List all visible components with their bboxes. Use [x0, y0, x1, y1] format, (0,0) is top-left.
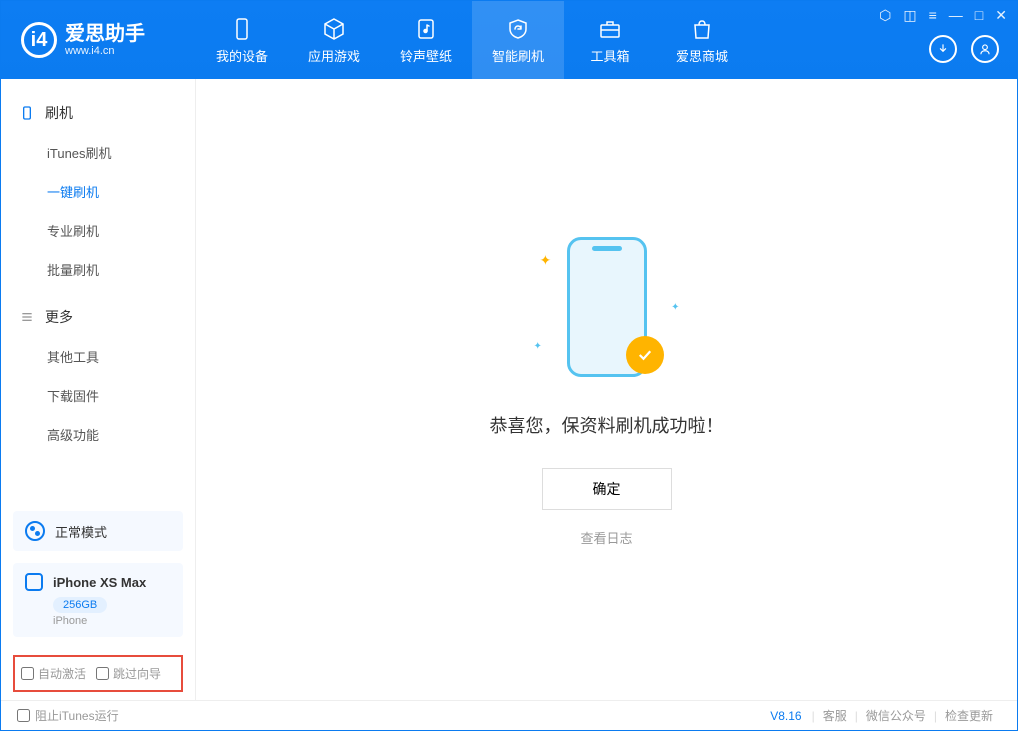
refresh-shield-icon	[505, 16, 531, 42]
block-itunes-checkbox[interactable]	[17, 709, 30, 722]
option-skip-guide[interactable]: 跳过向导	[96, 665, 161, 682]
tab-label: 爱思商城	[676, 46, 728, 65]
option-label: 自动激活	[38, 665, 86, 682]
footer-support-link[interactable]: 客服	[823, 707, 847, 724]
list-icon	[19, 309, 35, 325]
skip-guide-checkbox[interactable]	[96, 667, 109, 680]
bag-icon	[689, 16, 715, 42]
success-message: 恭喜您，保资料刷机成功啦！	[490, 412, 724, 438]
sidebar-item-advanced[interactable]: 高级功能	[1, 415, 195, 454]
tab-apps[interactable]: 应用游戏	[288, 1, 380, 79]
sidebar-section-flash[interactable]: 刷机	[1, 93, 195, 133]
block-itunes-option[interactable]: 阻止iTunes运行	[17, 707, 119, 724]
sidebar-item-onekey-flash[interactable]: 一键刷机	[1, 172, 195, 211]
app-title: 爱思助手	[65, 23, 145, 45]
main-tabs: 我的设备 应用游戏 铃声壁纸 智能刷机 工具箱 爱思商城	[196, 1, 748, 79]
sidebar-section-more[interactable]: 更多	[1, 297, 195, 337]
sparkle-icon: ✦	[671, 302, 679, 313]
view-log-link[interactable]: 查看日志	[580, 528, 632, 547]
header: i4 爱思助手 www.i4.cn 我的设备 应用游戏 铃声壁纸 智能刷机 工具…	[1, 1, 1017, 79]
user-button[interactable]	[971, 35, 999, 63]
sidebar-item-itunes-flash[interactable]: iTunes刷机	[1, 133, 195, 172]
mode-label: 正常模式	[55, 522, 107, 541]
device-card[interactable]: iPhone XS Max 256GB iPhone	[13, 563, 183, 637]
device-icon	[19, 105, 35, 121]
mode-card[interactable]: 正常模式	[13, 511, 183, 551]
sparkle-icon: ✦	[540, 252, 552, 269]
sidebar-item-batch-flash[interactable]: 批量刷机	[1, 250, 195, 289]
phone-icon	[229, 16, 255, 42]
music-file-icon	[413, 16, 439, 42]
logo[interactable]: i4 爱思助手 www.i4.cn	[1, 22, 196, 58]
ok-button[interactable]: 确定	[542, 468, 672, 510]
tab-toolbox[interactable]: 工具箱	[564, 1, 656, 79]
option-auto-activate[interactable]: 自动激活	[21, 665, 86, 682]
shirt-icon[interactable]: ⬡	[879, 7, 891, 24]
header-actions	[929, 35, 999, 63]
mode-icon	[25, 521, 45, 541]
tab-label: 铃声壁纸	[400, 46, 452, 65]
success-illustration: ✦ ✦ ✦	[562, 232, 652, 382]
app-subtitle: www.i4.cn	[65, 45, 145, 57]
footer-wechat-link[interactable]: 微信公众号	[866, 707, 926, 724]
sidebar-item-other-tools[interactable]: 其他工具	[1, 337, 195, 376]
window-controls-top: ⬡ ◫ ≡ — □ ✕	[879, 7, 1007, 24]
tab-flash[interactable]: 智能刷机	[472, 1, 564, 79]
logo-icon: i4	[21, 22, 57, 58]
minimize-button[interactable]: —	[949, 7, 963, 24]
auto-activate-checkbox[interactable]	[21, 667, 34, 680]
tab-label: 应用游戏	[308, 46, 360, 65]
menu-icon[interactable]: ≡	[929, 7, 937, 24]
option-label: 阻止iTunes运行	[35, 707, 119, 724]
device-name: iPhone XS Max	[53, 575, 146, 590]
tab-label: 我的设备	[216, 46, 268, 65]
sidebar-section-label: 刷机	[45, 103, 73, 123]
lock-icon[interactable]: ◫	[903, 7, 916, 24]
tab-label: 工具箱	[590, 46, 629, 65]
version-label: V8.16	[770, 709, 801, 723]
device-type: iPhone	[53, 615, 171, 627]
download-button[interactable]	[929, 35, 957, 63]
option-label: 跳过向导	[113, 665, 161, 682]
sparkle-icon: ✦	[534, 341, 542, 352]
tab-ringtone[interactable]: 铃声壁纸	[380, 1, 472, 79]
options-highlight-box: 自动激活 跳过向导	[13, 655, 183, 692]
check-badge-icon	[626, 336, 664, 374]
maximize-button[interactable]: □	[975, 7, 983, 24]
tab-label: 智能刷机	[492, 46, 544, 65]
tab-my-device[interactable]: 我的设备	[196, 1, 288, 79]
sidebar-item-pro-flash[interactable]: 专业刷机	[1, 211, 195, 250]
main-content: ✦ ✦ ✦ 恭喜您，保资料刷机成功啦！ 确定 查看日志	[196, 79, 1017, 700]
device-storage-badge: 256GB	[53, 597, 107, 613]
close-button[interactable]: ✕	[995, 7, 1007, 24]
tab-store[interactable]: 爱思商城	[656, 1, 748, 79]
toolbox-icon	[597, 16, 623, 42]
cube-icon	[321, 16, 347, 42]
footer: 阻止iTunes运行 V8.16 | 客服 | 微信公众号 | 检查更新	[1, 700, 1017, 730]
sidebar-section-label: 更多	[45, 307, 73, 327]
sidebar: 刷机 iTunes刷机 一键刷机 专业刷机 批量刷机 更多 其他工具 下载固件 …	[1, 79, 196, 700]
sidebar-item-firmware[interactable]: 下载固件	[1, 376, 195, 415]
device-icon	[25, 573, 43, 591]
footer-update-link[interactable]: 检查更新	[945, 707, 993, 724]
